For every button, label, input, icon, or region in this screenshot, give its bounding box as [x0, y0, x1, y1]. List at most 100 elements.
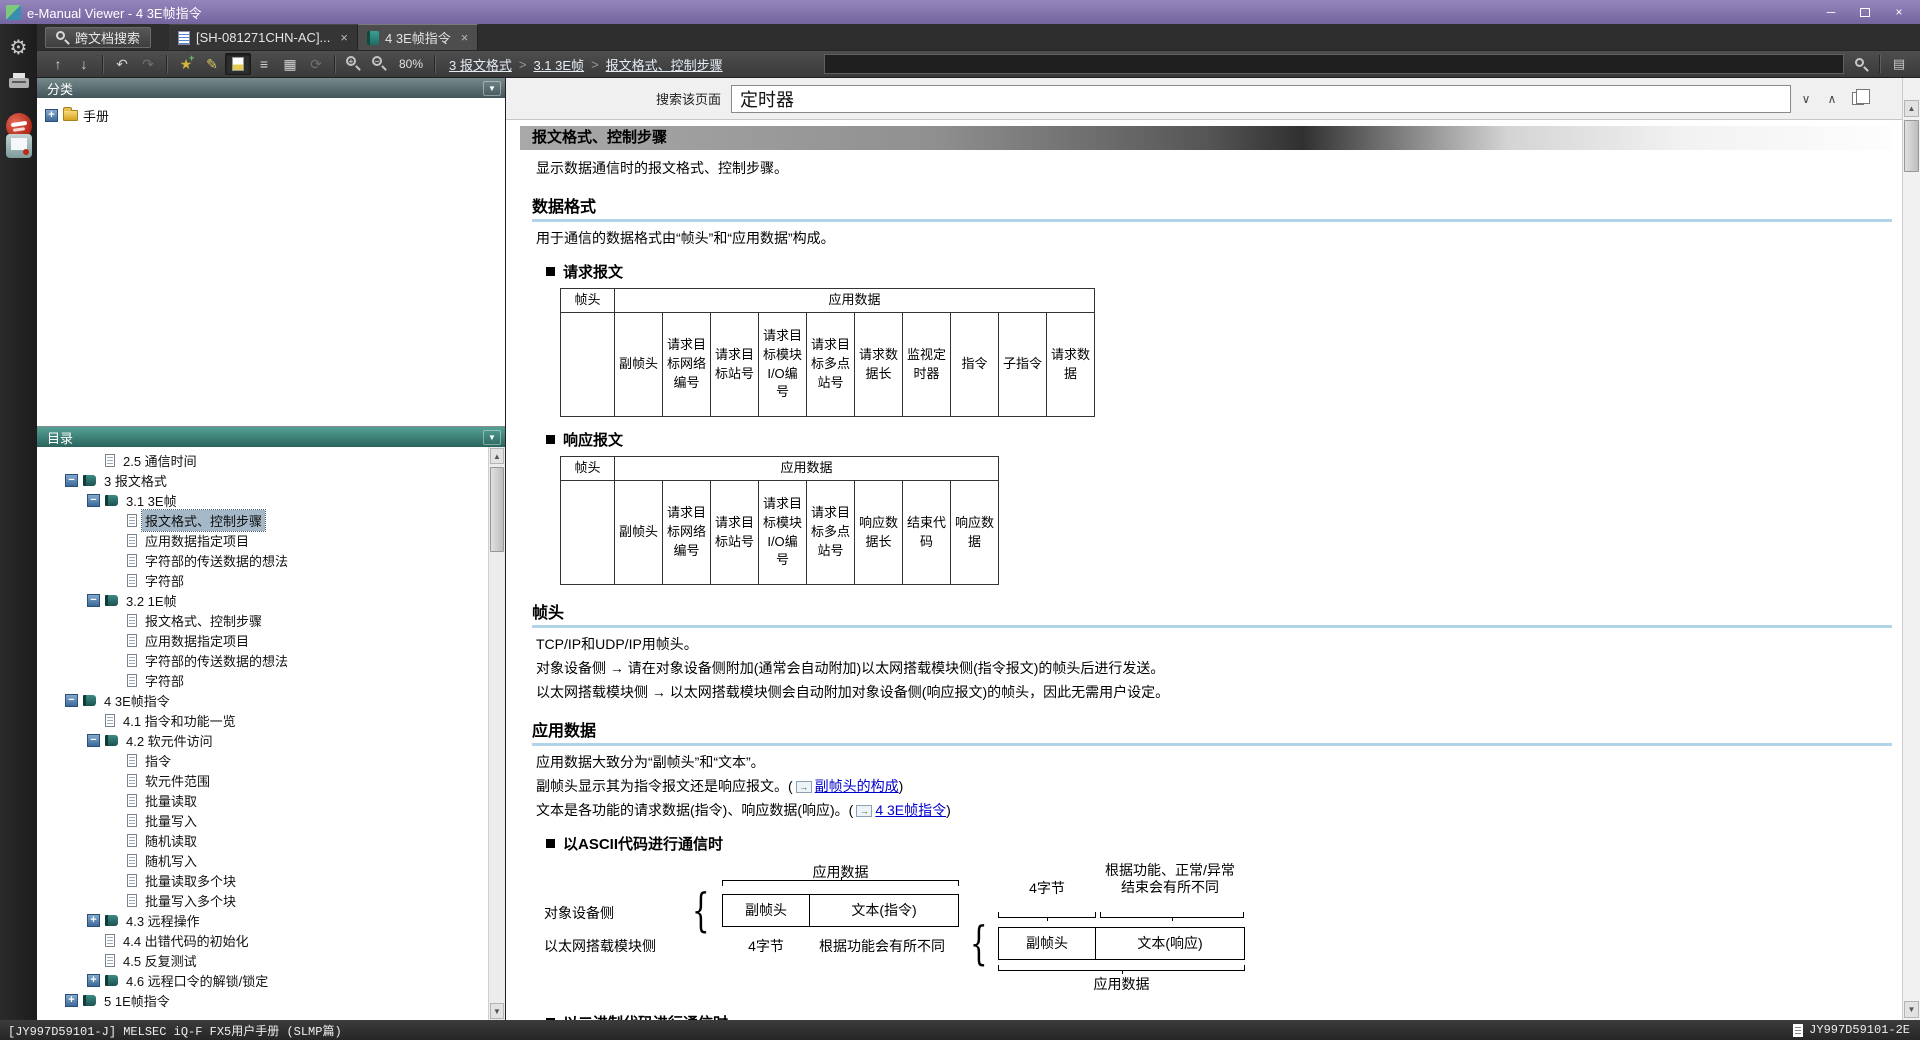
plus-expander-icon[interactable]: + — [87, 913, 100, 927]
toc-item[interactable]: +4.6 远程口令的解锁/锁定 — [37, 970, 488, 990]
panel-dropdown-icon[interactable]: ▼ — [483, 429, 501, 445]
toc-item[interactable]: 字符部 — [37, 570, 488, 590]
toc-item[interactable]: 指令 — [37, 750, 488, 770]
maximize-icon[interactable] — [1848, 2, 1882, 22]
search-next-icon[interactable]: ∨ — [1795, 88, 1817, 110]
toc-item[interactable]: 报文格式、控制步骤 — [37, 508, 488, 532]
scrollbar-thumb[interactable] — [490, 467, 504, 552]
zoom-out-icon[interactable]: − — [367, 53, 393, 75]
scroll-up-icon[interactable]: ▲ — [1904, 100, 1919, 117]
book-icon — [105, 974, 118, 986]
toc-item-label: 随机读取 — [145, 833, 198, 849]
toc-item[interactable]: 2.5 通信时间 — [37, 450, 488, 470]
close-icon[interactable]: × — [1882, 2, 1916, 22]
settings-gear-icon[interactable]: ⚙ — [4, 32, 34, 62]
list-view-icon[interactable]: ≡ — [251, 53, 277, 75]
plus-expander-icon[interactable]: + — [87, 973, 100, 987]
toc-item[interactable]: 软元件范围 — [37, 770, 488, 790]
toc-item[interactable]: 4.1 指令和功能一览 — [37, 710, 488, 730]
toc-item[interactable]: 4.4 出错代码的初始化 — [37, 930, 488, 950]
page-highlight-icon[interactable] — [225, 53, 251, 75]
toc-item[interactable]: 报文格式、控制步骤 — [37, 610, 488, 630]
panel-layout-icon[interactable]: ▤ — [1886, 53, 1912, 75]
toc-item[interactable]: 随机写入 — [37, 850, 488, 870]
breadcrumb-link[interactable]: 3 报文格式 — [449, 55, 512, 74]
toc-item[interactable]: 应用数据指定项目 — [37, 630, 488, 650]
toc-item[interactable]: 批量读取 — [37, 790, 488, 810]
book-icon — [105, 914, 118, 926]
printer-icon[interactable] — [4, 68, 34, 98]
frame-commands-link[interactable]: 4 3E帧指令 — [875, 802, 946, 818]
add-favorite-icon[interactable]: ★ — [173, 53, 199, 75]
scroll-down-icon[interactable]: ▼ — [1904, 1001, 1919, 1018]
tab-close-icon[interactable]: × — [340, 30, 348, 45]
category-panel-header: 分类 ▼ — [37, 78, 505, 98]
breadcrumb-link[interactable]: 3.1 3E帧 — [533, 55, 584, 74]
nav-up-icon[interactable]: ↑ — [45, 53, 71, 75]
minus-expander-icon[interactable]: − — [87, 493, 100, 507]
toc-item-label: 4.3 远程操作 — [126, 913, 200, 929]
plus-expander-icon[interactable]: + — [65, 993, 78, 1007]
search-prev-icon[interactable]: ∧ — [1821, 88, 1843, 110]
table-column-cell: 请求目标模块I/O编号 — [758, 312, 807, 417]
grid-view-icon[interactable]: ▦ — [277, 53, 303, 75]
nav-down-icon[interactable]: ↓ — [71, 53, 97, 75]
status-document-info: [JY997D59101-J] MELSEC iQ-F FX5用户手册 (SLM… — [8, 1024, 342, 1039]
page-icon — [127, 513, 137, 527]
toc-item[interactable]: 应用数据指定项目 — [37, 530, 488, 550]
toolbar-search-input[interactable] — [824, 54, 1844, 74]
toc-scrollbar[interactable]: ▲ ▼ — [488, 447, 505, 1020]
refresh-icon[interactable]: ⟳ — [303, 53, 329, 75]
plus-expander-icon[interactable]: + — [45, 109, 58, 122]
subsection-heading-response: 响应报文 — [546, 429, 1892, 450]
toc-item[interactable]: 批量写入 — [37, 810, 488, 830]
toc-item[interactable]: 字符部 — [37, 670, 488, 690]
highlight-all-icon[interactable] — [1847, 88, 1871, 110]
history-forward-icon[interactable]: ↷ — [135, 53, 161, 75]
scroll-down-icon[interactable]: ▼ — [490, 1003, 504, 1019]
minus-expander-icon[interactable]: − — [87, 593, 100, 607]
body-text: TCP/IP和UDP/IP用帧头。 — [536, 636, 698, 652]
toc-item[interactable]: 字符部的传送数据的想法 — [37, 650, 488, 670]
toc-item[interactable]: 随机读取 — [37, 830, 488, 850]
highlight-pen-icon[interactable]: ✎ — [199, 53, 225, 75]
toc-item[interactable]: 字符部的传送数据的想法 — [37, 550, 488, 570]
minus-expander-icon[interactable]: − — [65, 473, 78, 487]
toc-item[interactable]: 批量读取多个块 — [37, 870, 488, 890]
toolbar-search-icon[interactable] — [1848, 53, 1874, 75]
breadcrumb-link[interactable]: 报文格式、控制步骤 — [606, 55, 723, 74]
minus-expander-icon[interactable]: − — [65, 693, 78, 707]
bullet-square-icon — [546, 435, 555, 444]
toc-item[interactable]: +5 1E帧指令 — [37, 990, 488, 1010]
panel-dropdown-icon[interactable]: ▼ — [483, 80, 501, 96]
document-tab[interactable]: 4 3E帧指令 × — [358, 24, 479, 50]
toc-item[interactable]: 批量写入多个块 — [37, 890, 488, 910]
page-search-input[interactable] — [731, 84, 1792, 113]
table-column-cell: 请求目标站号 — [710, 312, 759, 417]
cross-document-search-tab[interactable]: 跨文档搜索 — [45, 27, 152, 48]
minimize-icon[interactable]: ─ — [1814, 2, 1848, 22]
table-column-cell: 请求目标多点站号 — [806, 480, 855, 585]
document-tab[interactable]: [SH-081271CHN-AC]... × — [169, 24, 358, 50]
minus-expander-icon[interactable]: − — [87, 733, 100, 747]
toolbar-separator — [434, 55, 437, 73]
category-item-manual[interactable]: + 手册 — [45, 106, 497, 125]
emanual-red-logo-icon[interactable] — [4, 98, 34, 139]
subsection-heading-ascii: 以ASCII代码进行通信时 — [546, 833, 1892, 854]
toc-item[interactable]: 4.5 反复测试 — [37, 950, 488, 970]
history-back-icon[interactable]: ↶ — [109, 53, 135, 75]
scroll-up-icon[interactable]: ▲ — [490, 448, 504, 464]
content-scrollbar[interactable]: ▲ ▼ — [1902, 78, 1920, 1020]
toc-item[interactable]: − 3 报文格式 — [37, 470, 488, 490]
frame-body-cell — [560, 480, 615, 585]
toc-item[interactable]: − 4.2 软元件访问 — [37, 730, 488, 750]
tab-close-icon[interactable]: × — [461, 30, 469, 45]
toc-item[interactable]: +4.3 远程操作 — [37, 910, 488, 930]
subheader-structure-link[interactable]: 副帧头的构成 — [815, 778, 899, 794]
zoom-in-icon[interactable]: + — [341, 53, 367, 75]
scrollbar-thumb[interactable] — [1904, 120, 1919, 172]
page-icon — [127, 893, 137, 907]
toc-item[interactable]: − 4 3E帧指令 — [37, 690, 488, 710]
toc-item[interactable]: − 3.1 3E帧 — [37, 490, 488, 510]
toc-item[interactable]: − 3.2 1E帧 — [37, 590, 488, 610]
